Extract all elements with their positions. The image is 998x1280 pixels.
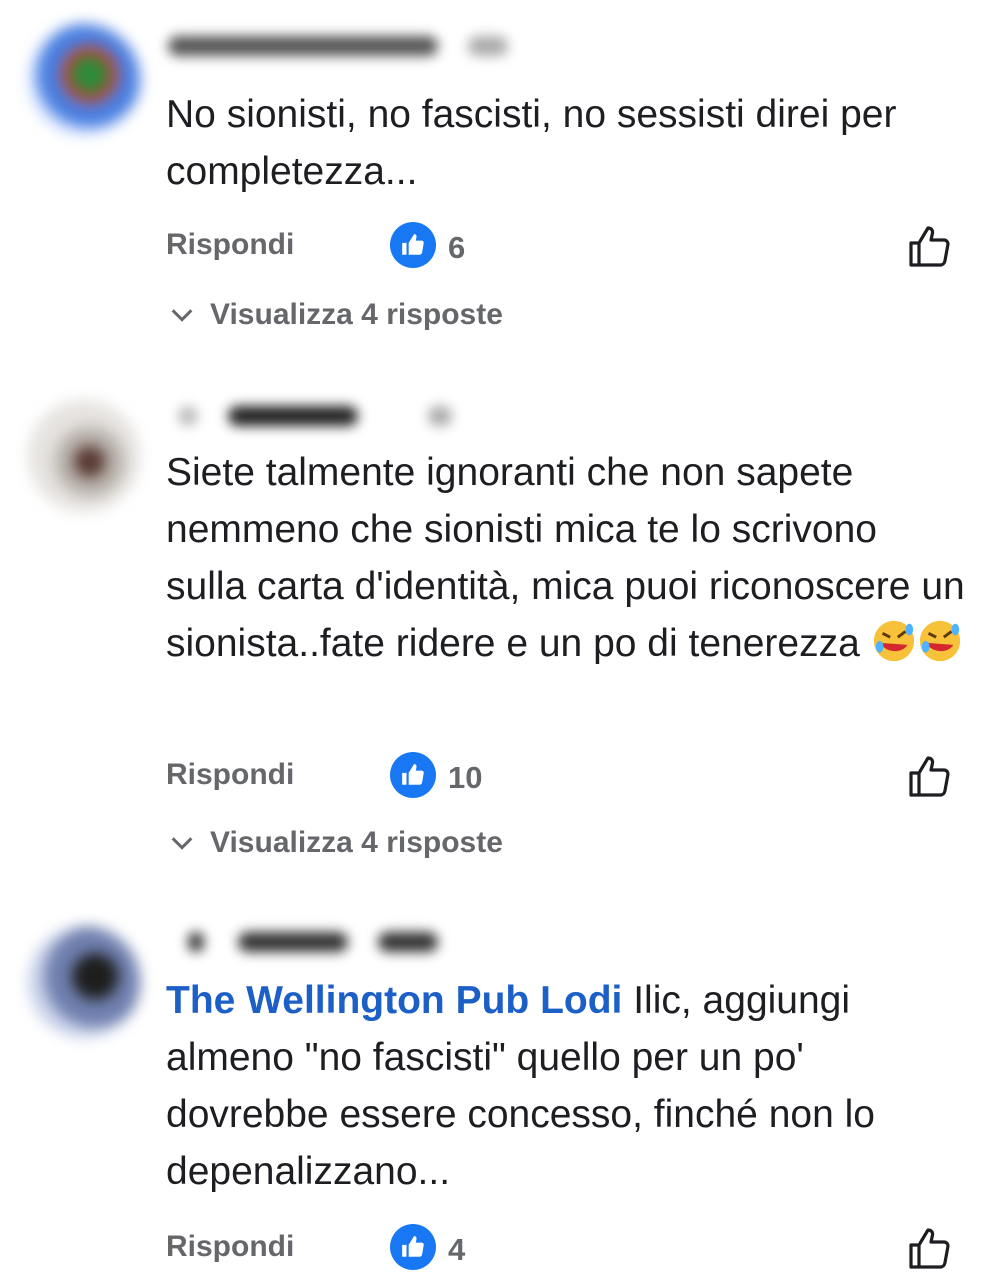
thumbs-up-icon[interactable]	[906, 1224, 954, 1272]
chevron-down-icon	[171, 837, 193, 850]
comment-text: No sionisti, no fascisti, no sessisti di…	[166, 93, 897, 193]
avatar[interactable]	[28, 400, 140, 512]
view-replies-label: Visualizza 4 risposte	[210, 826, 503, 859]
view-replies-button[interactable]: Visualizza 4 risposte	[168, 826, 503, 860]
like-count: 10	[448, 760, 483, 795]
comment-text: Siete talmente ignoranti che non sapete …	[166, 444, 966, 672]
like-reaction-icon[interactable]	[390, 1224, 436, 1270]
comment-actions: Rispondi 6	[166, 222, 966, 272]
reply-button[interactable]: Rispondi	[166, 758, 294, 792]
reply-button[interactable]: Rispondi	[166, 228, 294, 262]
rolling-on-floor-laughing-emoji	[919, 620, 960, 662]
thumbs-up-icon[interactable]	[906, 752, 954, 800]
reply-button[interactable]: Rispondi	[166, 1230, 294, 1264]
comment-text-content: Siete talmente ignoranti che non sapete …	[166, 451, 965, 665]
mention-link[interactable]: The Wellington Pub Lodi	[166, 979, 622, 1022]
view-replies-button[interactable]: Visualizza 4 risposte	[168, 298, 503, 332]
thumbs-up-icon[interactable]	[906, 222, 954, 270]
like-reaction-icon[interactable]	[390, 752, 436, 798]
chevron-down-icon	[171, 309, 193, 322]
comment-text: The Wellington Pub Lodi Ilic, aggiungi a…	[166, 972, 966, 1200]
author-name-redacted[interactable]	[168, 26, 568, 66]
rolling-on-floor-laughing-emoji	[873, 620, 914, 662]
like-count: 4	[448, 1232, 466, 1267]
comment-actions: Rispondi 4	[166, 1224, 966, 1274]
author-name-redacted[interactable]	[168, 922, 568, 962]
avatar[interactable]	[28, 24, 140, 136]
like-reaction-icon[interactable]	[390, 222, 436, 268]
view-replies-label: Visualizza 4 risposte	[210, 298, 503, 331]
avatar[interactable]	[28, 926, 140, 1038]
like-count: 6	[448, 230, 466, 265]
comment-actions: Rispondi 10	[166, 752, 966, 802]
author-name-redacted[interactable]	[168, 396, 568, 436]
